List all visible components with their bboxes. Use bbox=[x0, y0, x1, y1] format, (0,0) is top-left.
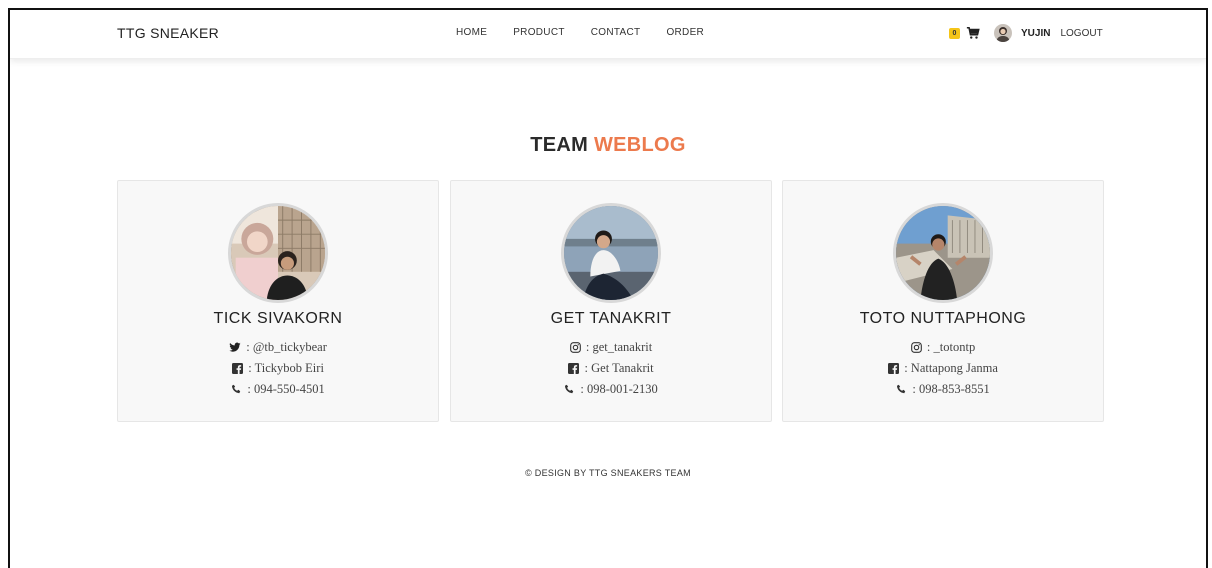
phone-line: : 094-550-4501 bbox=[118, 382, 438, 397]
section-title: TEAM WEBLOG bbox=[10, 134, 1206, 157]
page-frame: TTG SNEAKER HOME PRODUCT CONTACT ORDER 0 bbox=[8, 8, 1208, 568]
social-line-1: : _totontp bbox=[783, 340, 1103, 355]
social-handle-2: : Nattapong Janma bbox=[904, 361, 998, 375]
phone-number: : 098-853-8551 bbox=[912, 382, 990, 396]
phone-line: : 098-001-2130 bbox=[451, 382, 771, 397]
social-line-1: : @tb_tickybear bbox=[118, 340, 438, 355]
brand-logo[interactable]: TTG SNEAKER bbox=[117, 25, 219, 41]
member-name: TOTO NUTTAPHONG bbox=[859, 310, 1027, 327]
member-photo bbox=[893, 203, 993, 303]
member-card: GET TANAKRIT : get_tanakrit : Get Tanakr… bbox=[450, 180, 772, 422]
phone-icon bbox=[565, 384, 574, 394]
instagram-icon[interactable] bbox=[910, 342, 922, 353]
user-avatar[interactable] bbox=[994, 24, 1012, 42]
social-handle-1: : _totontp bbox=[926, 340, 976, 354]
logout-link[interactable]: LOGOUT bbox=[1060, 28, 1102, 39]
social-handle-2: : Get Tanakrit bbox=[584, 361, 654, 375]
nav-contact[interactable]: CONTACT bbox=[591, 27, 641, 38]
nav-order[interactable]: ORDER bbox=[666, 27, 704, 38]
social-line-2: : Nattapong Janma bbox=[783, 361, 1103, 376]
phone-line: : 098-853-8551 bbox=[783, 382, 1103, 397]
cart-icon[interactable] bbox=[966, 26, 980, 40]
nav-user-area: 0 YUJIN LOGOUT bbox=[949, 24, 1103, 42]
social-handle-1: : get_tanakrit bbox=[585, 340, 653, 354]
member-photo bbox=[228, 203, 328, 303]
social-handle-1: : @tb_tickybear bbox=[246, 340, 327, 354]
nav-product[interactable]: PRODUCT bbox=[513, 27, 565, 38]
facebook-icon[interactable] bbox=[888, 363, 900, 374]
nav-home[interactable]: HOME bbox=[456, 27, 487, 38]
member-name: GET TANAKRIT bbox=[550, 310, 672, 327]
social-line-1: : get_tanakrit bbox=[451, 340, 771, 355]
twitter-icon[interactable] bbox=[229, 342, 241, 353]
title-weblog: WEBLOG bbox=[593, 134, 686, 156]
nav-links: HOME PRODUCT CONTACT ORDER bbox=[456, 27, 730, 38]
cart-count-badge: 0 bbox=[949, 27, 960, 39]
member-name: TICK SIVAKORN bbox=[213, 310, 343, 327]
instagram-icon[interactable] bbox=[569, 342, 581, 353]
navbar: TTG SNEAKER HOME PRODUCT CONTACT ORDER 0 bbox=[10, 10, 1206, 59]
footer-credit: © DESIGN BY TTG SNEAKERS TEAM bbox=[525, 468, 691, 478]
title-team: TEAM bbox=[530, 134, 589, 156]
social-line-2: : Get Tanakrit bbox=[451, 361, 771, 376]
member-card: TOTO NUTTAPHONG : _totontp : Nattapong J… bbox=[782, 180, 1104, 422]
social-line-2: : Tickybob Eiri bbox=[118, 361, 438, 376]
facebook-icon[interactable] bbox=[568, 363, 580, 374]
phone-number: : 094-550-4501 bbox=[247, 382, 325, 396]
member-card: TICK SIVAKORN : @tb_tickybear : Tickybob… bbox=[117, 180, 439, 422]
username[interactable]: YUJIN bbox=[1021, 28, 1050, 39]
phone-number: : 098-001-2130 bbox=[580, 382, 658, 396]
member-photo bbox=[561, 203, 661, 303]
social-handle-2: : Tickybob Eiri bbox=[248, 361, 324, 375]
facebook-icon[interactable] bbox=[232, 363, 244, 374]
phone-icon bbox=[897, 384, 906, 394]
phone-icon bbox=[232, 384, 241, 394]
